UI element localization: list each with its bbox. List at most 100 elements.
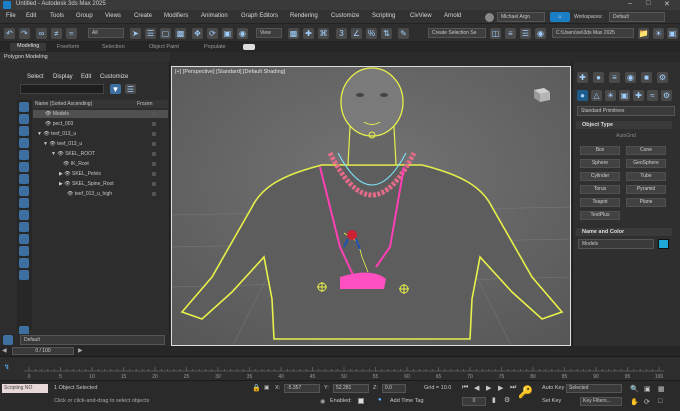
tube-button[interactable]: Tube xyxy=(626,172,666,181)
tree-row[interactable]: ▶ 👁 SKEL_Pelvis xyxy=(33,170,168,178)
menu-graph-editors[interactable]: Graph Editors xyxy=(241,13,278,19)
set-key-icon[interactable]: 🔑 xyxy=(518,385,533,399)
set-key-button[interactable]: Set Key xyxy=(542,398,561,404)
modify-tab-icon[interactable]: ● xyxy=(593,72,604,83)
tree-row[interactable]: ▼ 👁 SKEL_ROOT xyxy=(33,150,168,158)
previous-frame-icon[interactable]: ◀ xyxy=(474,384,479,392)
key-filters-button[interactable]: Key Filters... xyxy=(580,397,622,406)
display-xrefs-icon[interactable] xyxy=(19,186,29,196)
selection-lock-icon[interactable]: 🔒 xyxy=(252,384,261,392)
zoom-icon[interactable]: 🔍 xyxy=(630,385,639,393)
time-tag-icon[interactable]: ● xyxy=(378,397,382,403)
unlink-icon[interactable]: ≠ xyxy=(51,28,62,39)
visibility-eye-icon[interactable]: 👁 xyxy=(33,161,69,167)
frozen-toggle-icon[interactable] xyxy=(152,162,156,166)
motion-tab-icon[interactable]: ◉ xyxy=(625,72,636,83)
place-icon[interactable]: ◉ xyxy=(237,28,248,39)
angle-snap-icon[interactable]: ∠ xyxy=(351,28,362,39)
menu-create[interactable]: Create xyxy=(134,13,152,19)
cylinder-button[interactable]: Cylinder xyxy=(580,172,620,181)
select-by-name-icon[interactable]: ☰ xyxy=(145,28,156,39)
tree-row[interactable]: ▶ 👁 SKEL_Spine_Root xyxy=(33,180,168,188)
object-color-swatch[interactable] xyxy=(658,239,669,249)
tab-modeling[interactable]: Modeling xyxy=(10,43,47,51)
display-spacewarps-icon[interactable] xyxy=(19,162,29,172)
project-folder-path[interactable]: C:\Users\se\3ds Max 2025 xyxy=(552,28,634,38)
menu-civview[interactable]: CivView xyxy=(410,13,432,19)
visibility-eye-icon[interactable]: 👁 xyxy=(57,151,63,157)
add-time-tag-button[interactable]: Add Time Tag xyxy=(390,398,424,404)
visibility-eye-icon[interactable]: 👁 xyxy=(64,171,70,177)
pivot-center-icon[interactable]: ▩ xyxy=(288,28,299,39)
tree-row[interactable]: 👁 pect_003 xyxy=(33,120,168,128)
select-object-icon[interactable]: ➤ xyxy=(130,28,141,39)
visibility-eye-icon[interactable]: 👁 xyxy=(64,181,70,187)
key-selection-dropdown[interactable]: Selected xyxy=(566,384,622,393)
go-to-start-icon[interactable]: ⏮ xyxy=(462,384,468,392)
explorer-menu-display[interactable]: Display xyxy=(53,74,73,80)
geosphere-button[interactable]: GeoSphere xyxy=(626,159,666,168)
bind-space-warp-icon[interactable]: ≈ xyxy=(66,28,77,39)
rotate-icon[interactable]: ⟳ xyxy=(207,28,218,39)
go-to-end-icon[interactable]: ⏭ xyxy=(510,384,516,392)
scale-icon[interactable]: ▣ xyxy=(222,28,233,39)
box-button[interactable]: Box xyxy=(580,146,620,155)
menu-views[interactable]: Views xyxy=(105,13,121,19)
menu-modifiers[interactable]: Modifiers xyxy=(164,13,188,19)
z-coordinate-field[interactable]: 0.0 xyxy=(382,384,406,393)
frozen-toggle-icon[interactable] xyxy=(152,152,156,156)
percent-snap-icon[interactable]: % xyxy=(366,28,377,39)
menu-arnold[interactable]: Arnold xyxy=(444,13,461,19)
named-selection-set-dropdown[interactable]: Create Selection Se xyxy=(428,28,486,38)
visibility-eye-icon[interactable]: 👁 xyxy=(33,121,51,127)
display-helpers-icon[interactable] xyxy=(19,150,29,160)
align-icon[interactable]: ≡ xyxy=(505,28,516,39)
tab-populate[interactable]: Populate xyxy=(204,44,226,50)
explorer-column-header[interactable]: Name (Sorted Ascending) Frozen xyxy=(33,100,168,108)
hierarchy-tab-icon[interactable]: ≡ xyxy=(609,72,620,83)
x-coordinate-field[interactable]: -5.357 xyxy=(284,384,320,393)
ribbon-toggle-icon[interactable] xyxy=(243,44,255,50)
maximize-icon[interactable]: □ xyxy=(646,0,650,7)
layer-icon[interactable] xyxy=(3,335,13,345)
explorer-menu-select[interactable]: Select xyxy=(27,74,44,80)
tree-row[interactable]: 👁 teef_013_u_high xyxy=(33,190,168,198)
plane-button[interactable]: Plane xyxy=(626,198,666,207)
edit-named-selection-icon[interactable]: ✎ xyxy=(398,28,409,39)
frozen-toggle-icon[interactable] xyxy=(152,172,156,176)
next-frame-icon[interactable]: ▶ xyxy=(498,384,503,392)
explorer-search-input[interactable] xyxy=(20,84,104,94)
autogrid-checkbox[interactable]: AutoGrid xyxy=(616,133,636,139)
display-none-icon[interactable] xyxy=(19,258,29,268)
redo-icon[interactable]: ↷ xyxy=(19,28,30,39)
link-icon[interactable]: ∞ xyxy=(36,28,47,39)
explorer-menu-customize[interactable]: Customize xyxy=(100,74,128,80)
mini-curve-editor-icon[interactable]: ↯ xyxy=(4,363,10,371)
frozen-toggle-icon[interactable] xyxy=(152,122,156,126)
visibility-eye-icon[interactable]: 👁 xyxy=(49,141,55,147)
tree-row[interactable]: 👁 Models xyxy=(33,110,168,118)
play-icon[interactable]: ▶ xyxy=(486,384,491,392)
explorer-options-icon[interactable]: ☰ xyxy=(125,84,136,94)
expand-arrow-icon[interactable]: ▼ xyxy=(33,141,48,147)
polygon-modeling-label[interactable]: Polygon Modeling xyxy=(0,52,170,62)
torus-button[interactable]: Torus xyxy=(580,185,620,194)
spacewarps-category-icon[interactable]: ≈ xyxy=(647,90,658,101)
tree-row[interactable]: 👁 IK_Root xyxy=(33,160,168,168)
layer-explorer-icon[interactable]: ☰ xyxy=(520,28,531,39)
tree-row[interactable]: ▼ 👁 teef_013_u xyxy=(33,130,168,138)
create-tab-icon[interactable]: ✚ xyxy=(577,72,588,83)
visibility-eye-icon[interactable]: 👁 xyxy=(33,111,51,117)
menu-group[interactable]: Group xyxy=(76,13,93,19)
viewport-label[interactable]: [+] [Perspective] [Standard] [Default Sh… xyxy=(175,69,285,75)
zoom-extents-icon[interactable]: ▦ xyxy=(658,385,665,393)
object-name-input[interactable]: Models xyxy=(578,239,654,249)
menu-rendering[interactable]: Rendering xyxy=(290,13,318,19)
user-avatar-icon[interactable] xyxy=(485,13,494,22)
expand-arrow-icon[interactable]: ▼ xyxy=(33,131,42,137)
geometry-category-icon[interactable]: ● xyxy=(577,90,588,101)
display-bones-icon[interactable] xyxy=(19,198,29,208)
prev-frame-arrow-icon[interactable]: ◀ xyxy=(2,347,7,354)
display-hidden-icon[interactable] xyxy=(19,234,29,244)
maxscript-listener[interactable]: Scripting NO xyxy=(2,384,48,393)
